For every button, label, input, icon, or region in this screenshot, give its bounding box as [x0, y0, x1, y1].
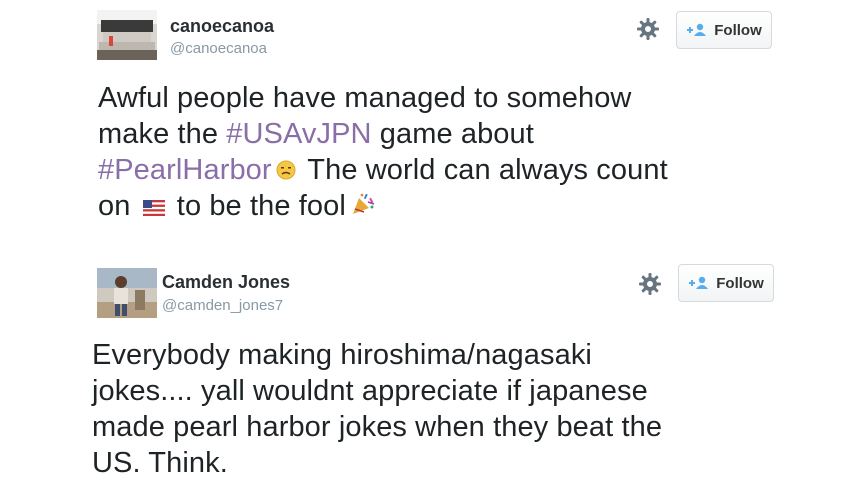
tweet-text: Awful people have managed to somehow mak… — [98, 80, 668, 224]
user-handle[interactable]: @canoecanoa — [170, 40, 267, 57]
text-segment: on — [98, 190, 139, 222]
text-segment: to be the fool — [168, 190, 346, 222]
tweet-text-line: make the #USAvJPN game about — [98, 116, 668, 152]
tweet-text-line: US. Think. — [92, 447, 228, 479]
tweet-text-line: on to be the fool — [98, 188, 668, 224]
tweet-card: canoecanoa @canoecanoa Follow Awful peop… — [0, 0, 860, 240]
follow-label: Follow — [716, 274, 764, 292]
gear-icon[interactable] — [636, 17, 660, 41]
avatar[interactable] — [97, 10, 157, 60]
display-name[interactable]: Camden Jones — [162, 272, 290, 293]
add-person-icon — [688, 276, 710, 290]
text-segment: make the — [98, 118, 227, 150]
gear-icon[interactable] — [638, 272, 662, 296]
tweet-card: Camden Jones @camden_jones7 Follow Every… — [0, 255, 860, 484]
user-handle[interactable]: @camden_jones7 — [162, 297, 283, 314]
us-flag-emoji-icon — [142, 189, 165, 225]
text-segment: game about — [371, 118, 534, 150]
follow-button[interactable]: Follow — [678, 264, 774, 302]
tweet-text-line: made pearl harbor jokes when they beat t… — [92, 411, 663, 443]
add-person-icon — [686, 23, 708, 37]
disappointed-face-emoji-icon — [276, 153, 296, 189]
follow-button[interactable]: Follow — [676, 11, 772, 49]
follow-label: Follow — [714, 21, 762, 39]
tweet-text-line: jokes.... yall wouldnt appreciate if jap… — [92, 375, 648, 407]
tweet-text: Everybody making hiroshima/nagasaki joke… — [92, 337, 662, 481]
party-popper-emoji-icon — [350, 189, 376, 225]
hashtag-link[interactable]: #PearlHarbor — [98, 154, 272, 186]
tweet-text-line: #PearlHarbor The world can always count — [98, 152, 668, 188]
tweet-text-line: Awful people have managed to somehow — [98, 82, 632, 114]
display-name[interactable]: canoecanoa — [170, 16, 274, 37]
avatar[interactable] — [97, 268, 157, 318]
hashtag-link[interactable]: #USAvJPN — [226, 118, 371, 150]
tweet-text-line: Everybody making hiroshima/nagasaki — [92, 339, 592, 371]
text-segment: The world can always count — [299, 154, 668, 186]
